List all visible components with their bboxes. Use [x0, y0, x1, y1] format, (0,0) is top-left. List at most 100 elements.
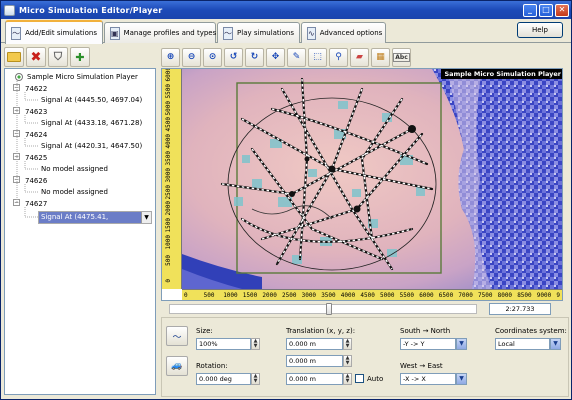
pan-button[interactable]: ✥	[266, 47, 285, 67]
label-button[interactable]: Abc	[392, 47, 411, 67]
filter-button[interactable]: ⛉	[48, 47, 68, 67]
help-button[interactable]: Help	[517, 22, 563, 38]
eraser-button[interactable]: ▰	[350, 47, 369, 67]
translation-x-field[interactable]: 0.000 m	[286, 338, 343, 350]
h-ruler-label: 500	[203, 292, 215, 299]
tab-play-simulations[interactable]: 〜 Play simulations	[217, 22, 300, 43]
advanced-chart-icon: ∿	[307, 26, 316, 40]
tree-node-74627[interactable]: −74627	[13, 199, 47, 210]
west-east-select[interactable]: -X -> X	[400, 373, 456, 385]
vehicle-button[interactable]: 🚙	[166, 356, 188, 376]
zoom-fit-button[interactable]: ⊙	[203, 47, 222, 67]
root-radio-icon	[15, 73, 23, 81]
maximize-button[interactable]: □	[539, 3, 553, 17]
car-types-icon: ▣	[110, 26, 120, 40]
add-button[interactable]: ✚	[70, 47, 90, 67]
v-ruler-label: 4500	[165, 117, 172, 132]
tab-manage-profiles[interactable]: ▣ Manage profiles and types	[104, 22, 216, 43]
tree-leaf[interactable]: No model assigned	[41, 187, 108, 198]
h-ruler-label: 9	[556, 292, 561, 299]
collapse-icon[interactable]: −	[13, 107, 20, 114]
h-ruler-label: 3000	[301, 292, 317, 299]
filter-icon: ⛉	[53, 50, 63, 63]
node-tool-button[interactable]: ⚲	[329, 47, 348, 67]
tree-node-74622[interactable]: −74622	[13, 84, 47, 95]
rotation-spinner[interactable]: ▲ ▼	[251, 373, 260, 385]
window-title: Micro Simulation Editor/Player	[19, 5, 163, 15]
abc-label-icon: Abc	[393, 52, 410, 62]
tree-leaf[interactable]: No model assigned	[41, 164, 108, 175]
time-display: 2:27.733	[489, 303, 551, 315]
simulation-tree[interactable]: Sample Micro Simulation Player −74622 Si…	[4, 68, 156, 395]
south-north-select[interactable]: -Y -> Y	[400, 338, 456, 350]
map-view[interactable]: 0 500 1000 1500 2000 2500 3000 3500 4000 4500 5000…	[161, 68, 563, 301]
app-window: Micro Simulation Editor/Player _ □ ✕ 〜 A…	[0, 0, 572, 400]
size-spinner[interactable]: ▲ ▼	[251, 338, 260, 350]
down-arrow-icon: ▼	[345, 378, 350, 384]
coordinates-select[interactable]: Local	[495, 338, 550, 350]
tree-leaf-model-select[interactable]: Signal At (4475.41, 4692.98) ▼	[38, 211, 152, 232]
tree-node-74624[interactable]: −74624	[13, 130, 47, 141]
collapse-icon[interactable]: −	[13, 199, 20, 206]
tree-leaf[interactable]: Signal At (4445.50, 4697.04)	[41, 95, 142, 106]
translation-z-spinner[interactable]: ▲ ▼	[343, 373, 352, 385]
zoom-fit-icon: ⊙	[208, 52, 217, 62]
rotate-right-icon: ↻	[250, 52, 259, 62]
minimize-button[interactable]: _	[523, 3, 537, 17]
tree-node-74623[interactable]: −74623	[13, 107, 47, 118]
h-ruler-label: 4500	[360, 292, 375, 299]
delete-button[interactable]: ✖	[26, 47, 46, 67]
v-ruler-label: 5000	[165, 100, 172, 116]
translation-z-field[interactable]: 0.000 m	[286, 373, 343, 385]
collapse-icon[interactable]: −	[13, 84, 20, 91]
zoom-in-button[interactable]: ⊕	[161, 47, 180, 67]
time-slider-track[interactable]	[169, 303, 477, 315]
chevron-down-icon[interactable]: ▼	[456, 338, 467, 350]
close-button[interactable]: ✕	[555, 3, 569, 17]
tree-node-74625[interactable]: −74625	[13, 153, 47, 164]
translation-y-spinner[interactable]: ▲ ▼	[343, 355, 352, 367]
h-ruler-label: 8000	[497, 292, 513, 299]
v-ruler-label: 3000	[165, 167, 172, 183]
add-chart-icon: ✚	[75, 50, 85, 64]
h-ruler-label: 7000	[458, 292, 473, 299]
rotate-left-icon: ↺	[229, 52, 238, 62]
rotate-right-button[interactable]: ↻	[245, 47, 264, 67]
map-canvas[interactable]: Sample Micro Simulation Player	[182, 69, 563, 289]
collapse-icon[interactable]: −	[13, 130, 20, 137]
auto-checkbox[interactable]	[355, 374, 364, 383]
v-ruler-label: 0	[165, 279, 172, 284]
zoom-out-button[interactable]: ⊖	[182, 47, 201, 67]
open-folder-button[interactable]	[4, 47, 24, 67]
time-slider-thumb[interactable]	[326, 303, 332, 315]
chevron-down-icon[interactable]: ▼	[456, 373, 467, 385]
signal-chart-button[interactable]: 〜	[166, 326, 188, 346]
rotate-left-button[interactable]: ↺	[224, 47, 243, 67]
translation-x-spinner[interactable]: ▲ ▼	[343, 338, 352, 350]
chevron-down-icon[interactable]: ▼	[550, 338, 561, 350]
translation-y-field[interactable]: 0.000 m	[286, 355, 343, 367]
select-region-button[interactable]: ⬚	[308, 47, 327, 67]
h-ruler-label: 2000	[262, 292, 277, 299]
grid-button[interactable]: ▦	[371, 47, 390, 67]
tree-root[interactable]: Sample Micro Simulation Player	[15, 72, 138, 83]
tree-node-74626[interactable]: −74626	[13, 176, 47, 187]
pan-arrows-icon: ✥	[271, 52, 280, 62]
tree-leaf[interactable]: Signal At (4433.18, 4671.28)	[41, 118, 142, 129]
collapse-icon[interactable]: −	[13, 176, 20, 183]
title-bar: Micro Simulation Editor/Player _ □ ✕	[1, 1, 571, 19]
rotation-field[interactable]: 0.000 deg	[196, 373, 251, 385]
tab-advanced-options[interactable]: ∿ Advanced options	[301, 22, 386, 43]
v-ruler-label: 4000	[165, 134, 172, 149]
coordinates-label: Coordinates system:	[495, 327, 567, 335]
terrain-map[interactable]	[182, 69, 563, 289]
size-field[interactable]: 100%	[196, 338, 251, 350]
play-chart-icon: 〜	[223, 26, 234, 40]
h-ruler-label: 7500	[478, 292, 493, 299]
tree-leaf[interactable]: Signal At (4420.31, 4647.50)	[41, 141, 142, 152]
measure-button[interactable]: ✎	[287, 47, 306, 67]
tab-add-edit-simulations[interactable]: 〜 Add/Edit simulations	[5, 20, 103, 44]
collapse-icon[interactable]: −	[13, 153, 20, 160]
h-ruler-label: 8500	[517, 292, 532, 299]
chevron-down-icon[interactable]: ▼	[141, 212, 151, 223]
